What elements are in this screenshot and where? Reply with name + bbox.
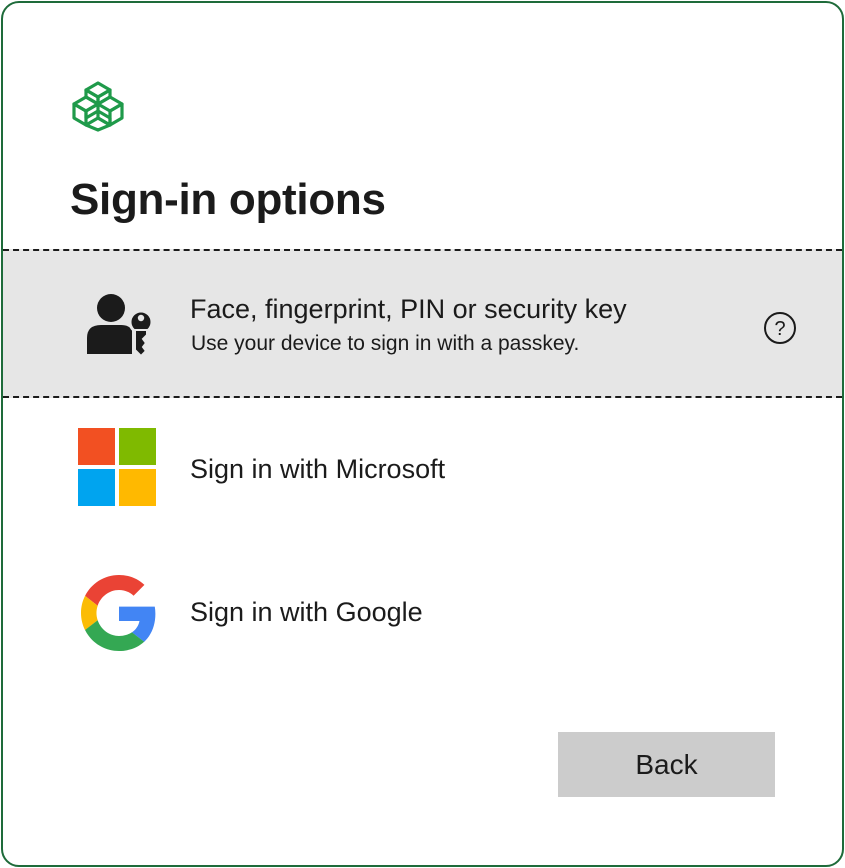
user-key-icon [85, 292, 155, 358]
page-title: Sign-in options [70, 175, 386, 224]
microsoft-logo-icon [78, 428, 156, 506]
sign-in-options-dialog: Sign-in options Face, fingerprint, PIN o… [1, 1, 844, 867]
option-microsoft[interactable]: Sign in with Microsoft [3, 403, 842, 533]
google-logo-icon [81, 575, 157, 651]
option-google[interactable]: Sign in with Google [3, 543, 842, 683]
option-passkey-label: Face, fingerprint, PIN or security key [190, 294, 627, 324]
green-cube-logo-icon [72, 80, 124, 132]
option-passkey[interactable]: Face, fingerprint, PIN or security key U… [3, 249, 842, 398]
question-circle-icon[interactable]: ? [763, 311, 797, 345]
option-google-label: Sign in with Google [190, 597, 423, 627]
option-passkey-description: Use your device to sign in with a passke… [191, 332, 580, 355]
option-microsoft-label: Sign in with Microsoft [190, 454, 446, 484]
back-button[interactable]: Back [558, 732, 775, 797]
svg-text:?: ? [774, 318, 785, 340]
